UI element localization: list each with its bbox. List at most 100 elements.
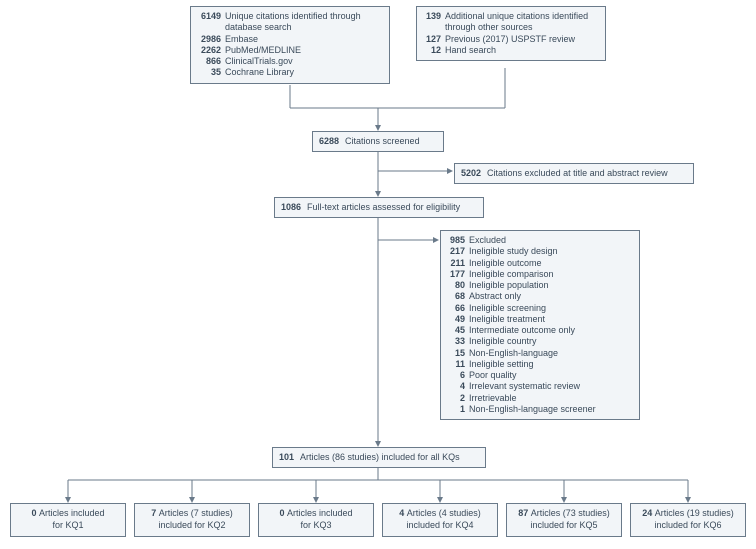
item-count: 68 — [447, 291, 469, 302]
item-count: 80 — [447, 280, 469, 291]
list-item: 33Ineligible country — [447, 336, 633, 347]
item-label: Ineligible country — [469, 336, 633, 347]
item-label: Abstract only — [469, 291, 633, 302]
item-count: 866 — [197, 56, 225, 67]
item-count: 15 — [447, 348, 469, 359]
count: 985 — [447, 235, 469, 246]
list-item: 177Ineligible comparison — [447, 269, 633, 280]
item-label: Non-English-language — [469, 348, 633, 359]
count: 1086 — [281, 202, 307, 213]
list-item: 12Hand search — [423, 45, 599, 56]
kq-line2: for KQ1 — [17, 520, 119, 531]
kq-line1: 0 Articles included — [17, 508, 119, 519]
kq-line1: 0 Articles included — [265, 508, 367, 519]
label: Citations excluded at title and abstract… — [487, 168, 668, 179]
item-label: Previous (2017) USPSTF review — [445, 34, 599, 45]
item-count: 11 — [447, 359, 469, 370]
box-excluded-reasons: 985 Excluded 217Ineligible study design2… — [440, 230, 640, 420]
item-label: Ineligible comparison — [469, 269, 633, 280]
item-label: Poor quality — [469, 370, 633, 381]
list-item: 2262PubMed/MEDLINE — [197, 45, 383, 56]
kq-count: 4 — [399, 508, 407, 518]
item-label: Intermediate outcome only — [469, 325, 633, 336]
box-kq3: 0 Articles includedfor KQ3 — [258, 503, 374, 537]
kq-count: 87 — [518, 508, 531, 518]
item-label: Embase — [225, 34, 383, 45]
box-database-search: 6149 Unique citations identified through… — [190, 6, 390, 84]
item-count: 217 — [447, 246, 469, 257]
kq-line2: included for KQ2 — [141, 520, 243, 531]
list-item: 217Ineligible study design — [447, 246, 633, 257]
box-kq6: 24 Articles (19 studies)included for KQ6 — [630, 503, 746, 537]
list-item: 66Ineligible screening — [447, 303, 633, 314]
count: 6288 — [319, 136, 345, 147]
item-count: 66 — [447, 303, 469, 314]
list-item: 15Non-English-language — [447, 348, 633, 359]
item-count: 6 — [447, 370, 469, 381]
kq-line2: included for KQ6 — [637, 520, 739, 531]
label: Full-text articles assessed for eligibil… — [307, 202, 460, 213]
list-item: 4Irrelevant systematic review — [447, 381, 633, 392]
excluded-items: 217Ineligible study design211Ineligible … — [447, 246, 633, 415]
list-item: 1Non-English-language screener — [447, 404, 633, 415]
item-label: Ineligible setting — [469, 359, 633, 370]
other-items: 127Previous (2017) USPSTF review12Hand s… — [423, 34, 599, 57]
item-label: Irretrievable — [469, 393, 633, 404]
list-item: 68Abstract only — [447, 291, 633, 302]
db-items: 2986Embase2262PubMed/MEDLINE866ClinicalT… — [197, 34, 383, 79]
list-item: 45Intermediate outcome only — [447, 325, 633, 336]
item-count: 49 — [447, 314, 469, 325]
item-count: 211 — [447, 258, 469, 269]
item-label: Ineligible outcome — [469, 258, 633, 269]
item-label: Irrelevant systematic review — [469, 381, 633, 392]
box-excluded-title-abstract: 5202 Citations excluded at title and abs… — [454, 163, 694, 184]
kq-count: 24 — [642, 508, 655, 518]
count: 101 — [279, 452, 300, 463]
item-count: 45 — [447, 325, 469, 336]
box-kq4: 4 Articles (4 studies)included for KQ4 — [382, 503, 498, 537]
count: 139 — [423, 11, 445, 34]
item-count: 35 — [197, 67, 225, 78]
label: Excluded — [469, 235, 633, 246]
list-item: 80Ineligible population — [447, 280, 633, 291]
box-citations-screened: 6288 Citations screened — [312, 131, 444, 152]
kq-line1: 4 Articles (4 studies) — [389, 508, 491, 519]
kq-line2: for KQ3 — [265, 520, 367, 531]
list-item: 35Cochrane Library — [197, 67, 383, 78]
count: 6149 — [197, 11, 225, 34]
box-included-all-kqs: 101 Articles (86 studies) included for a… — [272, 447, 486, 468]
count: 5202 — [461, 168, 487, 179]
label: Citations screened — [345, 136, 420, 147]
kq-count: 7 — [151, 508, 159, 518]
kq-count: 0 — [279, 508, 287, 518]
box-kq5: 87 Articles (73 studies)included for KQ5 — [506, 503, 622, 537]
box-kq1: 0 Articles includedfor KQ1 — [10, 503, 126, 537]
list-item: 49Ineligible treatment — [447, 314, 633, 325]
item-label: Ineligible population — [469, 280, 633, 291]
list-item: 211Ineligible outcome — [447, 258, 633, 269]
list-item: 127Previous (2017) USPSTF review — [423, 34, 599, 45]
item-count: 2 — [447, 393, 469, 404]
item-count: 4 — [447, 381, 469, 392]
item-label: Non-English-language screener — [469, 404, 633, 415]
kq-line2: included for KQ4 — [389, 520, 491, 531]
kq-line1: 24 Articles (19 studies) — [637, 508, 739, 519]
item-count: 1 — [447, 404, 469, 415]
label: Additional unique citations identified t… — [445, 11, 599, 34]
item-label: Cochrane Library — [225, 67, 383, 78]
list-item: 2Irretrievable — [447, 393, 633, 404]
item-count: 2262 — [197, 45, 225, 56]
item-count: 12 — [423, 45, 445, 56]
list-item: 6Poor quality — [447, 370, 633, 381]
list-item: 11Ineligible setting — [447, 359, 633, 370]
item-label: Hand search — [445, 45, 599, 56]
item-label: ClinicalTrials.gov — [225, 56, 383, 67]
kq-line1: 87 Articles (73 studies) — [513, 508, 615, 519]
item-label: Ineligible treatment — [469, 314, 633, 325]
item-count: 2986 — [197, 34, 225, 45]
label: Articles (86 studies) included for all K… — [300, 452, 460, 463]
item-count: 33 — [447, 336, 469, 347]
list-item: 2986Embase — [197, 34, 383, 45]
item-label: PubMed/MEDLINE — [225, 45, 383, 56]
box-kq2: 7 Articles (7 studies)included for KQ2 — [134, 503, 250, 537]
